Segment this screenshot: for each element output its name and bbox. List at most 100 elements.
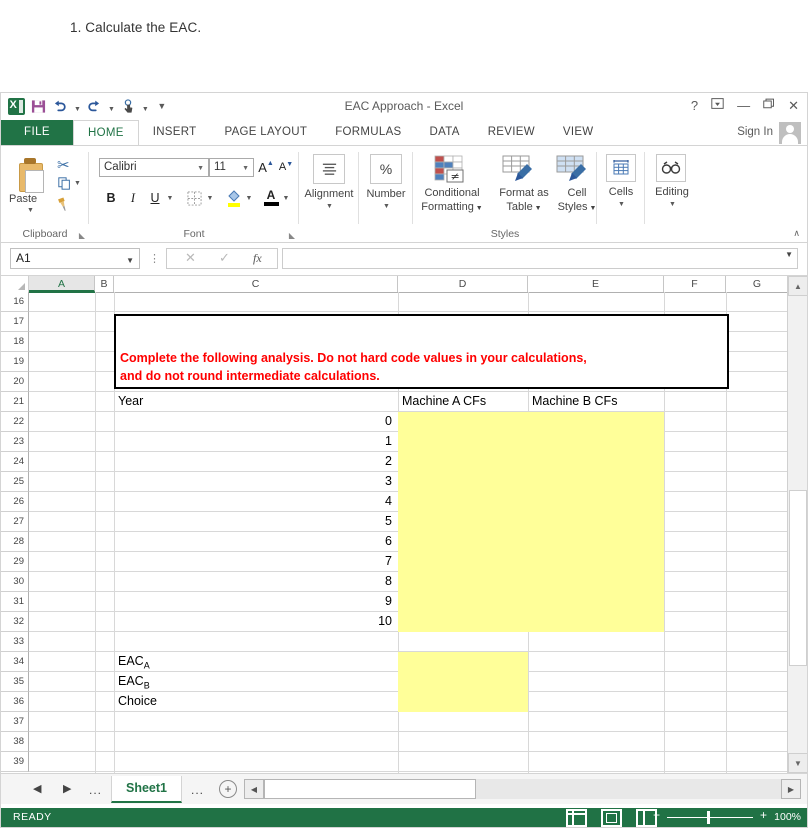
- underline-button[interactable]: U: [147, 188, 163, 208]
- row-header[interactable]: 38: [1, 732, 29, 752]
- cell-C32-year[interactable]: 10: [115, 612, 395, 632]
- zoom-level[interactable]: 100%: [774, 811, 801, 823]
- sheet-tab-sheet1[interactable]: Sheet1: [111, 776, 182, 803]
- row-header[interactable]: 39: [1, 752, 29, 772]
- column-header-E[interactable]: E: [528, 276, 664, 292]
- row-header[interactable]: 30: [1, 572, 29, 592]
- scroll-up-icon[interactable]: ▲: [788, 276, 807, 296]
- tab-page-layout[interactable]: PAGE LAYOUT: [210, 120, 321, 145]
- tab-home[interactable]: HOME: [73, 120, 139, 145]
- bold-button[interactable]: B: [103, 188, 119, 208]
- row-header[interactable]: 19: [1, 352, 29, 372]
- row-header[interactable]: 20: [1, 372, 29, 392]
- cell-C21-year-header[interactable]: Year: [115, 392, 395, 412]
- row-header[interactable]: 29: [1, 552, 29, 572]
- fill-color-dropdown-icon[interactable]: ▼: [244, 191, 254, 205]
- close-button[interactable]: ✕: [788, 96, 799, 115]
- tab-review[interactable]: REVIEW: [474, 120, 549, 145]
- zoom-out-icon[interactable]: −: [653, 808, 660, 822]
- expand-formula-bar-icon[interactable]: ▼: [785, 250, 793, 259]
- row-header[interactable]: 17: [1, 312, 29, 332]
- sign-in-button[interactable]: Sign In: [737, 120, 773, 145]
- input-range-eac[interactable]: [398, 652, 528, 712]
- column-header-B[interactable]: B: [95, 276, 114, 292]
- cell-C27-year[interactable]: 5: [115, 512, 395, 532]
- row-header[interactable]: 24: [1, 452, 29, 472]
- alignment-button[interactable]: [313, 154, 345, 184]
- paste-button[interactable]: [15, 158, 45, 193]
- scroll-left-icon[interactable]: ◀: [244, 779, 264, 799]
- tab-file[interactable]: FILE: [1, 120, 73, 145]
- conditional-formatting-label[interactable]: Conditional Formatting ▼: [413, 186, 491, 216]
- cut-icon[interactable]: ✂: [57, 156, 70, 174]
- cells-icon[interactable]: [606, 154, 636, 182]
- name-box[interactable]: A1 ▼: [10, 248, 140, 269]
- cell-C22-year[interactable]: 0: [115, 412, 395, 432]
- row-header[interactable]: 26: [1, 492, 29, 512]
- row-header[interactable]: 18: [1, 332, 29, 352]
- cell-C23-year[interactable]: 1: [115, 432, 395, 452]
- sheet-nav-right-dots[interactable]: ...: [191, 783, 204, 797]
- scroll-right-icon[interactable]: ▶: [781, 779, 801, 799]
- tab-insert[interactable]: INSERT: [139, 120, 211, 145]
- alignment-dropdown-icon[interactable]: ▼: [326, 203, 333, 210]
- cell-C36-choice-label[interactable]: Choice: [115, 692, 395, 712]
- borders-dropdown-icon[interactable]: ▼: [205, 191, 215, 205]
- prev-sheet-button[interactable]: ◀: [33, 782, 41, 795]
- cell-C34-eac-a-label[interactable]: EACA: [115, 652, 395, 672]
- vertical-scrollbar[interactable]: ▲ ▼: [787, 276, 807, 773]
- vertical-scroll-thumb[interactable]: [789, 490, 807, 666]
- minimize-button[interactable]: —: [737, 96, 750, 115]
- row-header[interactable]: 22: [1, 412, 29, 432]
- cell-C26-year[interactable]: 4: [115, 492, 395, 512]
- row-header[interactable]: 23: [1, 432, 29, 452]
- borders-icon[interactable]: [185, 188, 203, 208]
- cell-C24-year[interactable]: 2: [115, 452, 395, 472]
- row-header[interactable]: 25: [1, 472, 29, 492]
- select-all-corner[interactable]: [1, 276, 29, 292]
- row-header[interactable]: 31: [1, 592, 29, 612]
- column-header-F[interactable]: F: [664, 276, 726, 292]
- chevron-down-icon[interactable]: ▼: [242, 160, 249, 177]
- row-header[interactable]: 28: [1, 532, 29, 552]
- collapse-ribbon-icon[interactable]: ∧: [793, 228, 800, 239]
- cells-dropdown-icon[interactable]: ▼: [618, 201, 625, 208]
- font-name-input[interactable]: Calibri ▼: [99, 158, 209, 177]
- shrink-font-button[interactable]: A ▼: [277, 157, 295, 177]
- format-painter-icon[interactable]: [53, 195, 73, 217]
- restore-button[interactable]: [763, 96, 775, 115]
- row-header[interactable]: 35: [1, 672, 29, 692]
- add-sheet-button[interactable]: +: [219, 780, 237, 798]
- cell-C25-year[interactable]: 3: [115, 472, 395, 492]
- chevron-down-icon[interactable]: ▼: [197, 160, 204, 177]
- font-color-icon[interactable]: A: [262, 186, 280, 209]
- ribbon-display-options-icon[interactable]: [711, 96, 724, 115]
- number-format-button[interactable]: %: [370, 154, 402, 184]
- cell-E21-machine-b-header[interactable]: Machine B CFs: [529, 392, 663, 412]
- font-dialog-launcher[interactable]: ◣: [289, 231, 295, 240]
- fill-color-icon[interactable]: [225, 187, 243, 209]
- cell-C35-eac-b-label[interactable]: EACB: [115, 672, 395, 692]
- copy-dropdown-icon[interactable]: ▼: [74, 180, 81, 187]
- scroll-down-icon[interactable]: ▼: [788, 753, 807, 773]
- help-button[interactable]: ?: [691, 96, 698, 115]
- font-color-dropdown-icon[interactable]: ▼: [281, 191, 291, 205]
- format-as-table-icon[interactable]: [501, 154, 539, 189]
- page-layout-view-icon[interactable]: [601, 809, 622, 827]
- cell-styles-label[interactable]: Cell Styles ▼: [553, 186, 601, 216]
- zoom-slider[interactable]: − +: [653, 808, 767, 824]
- row-header[interactable]: 37: [1, 712, 29, 732]
- underline-dropdown-icon[interactable]: ▼: [165, 191, 175, 205]
- horizontal-scroll-thumb[interactable]: [264, 779, 476, 799]
- zoom-thumb[interactable]: [707, 811, 710, 824]
- number-dropdown-icon[interactable]: ▼: [383, 203, 390, 210]
- horizontal-scrollbar[interactable]: ◀ ▶: [244, 779, 801, 800]
- italic-button[interactable]: I: [125, 188, 141, 208]
- conditional-formatting-icon[interactable]: ≠: [433, 154, 473, 189]
- cell-D21-machine-a-header[interactable]: Machine A CFs: [399, 392, 527, 412]
- row-header[interactable]: 16: [1, 292, 29, 312]
- editing-dropdown-icon[interactable]: ▼: [669, 201, 676, 208]
- column-header-G[interactable]: G: [726, 276, 789, 292]
- cancel-formula-icon[interactable]: ✕: [185, 250, 196, 266]
- chevron-down-icon[interactable]: ▼: [126, 251, 134, 270]
